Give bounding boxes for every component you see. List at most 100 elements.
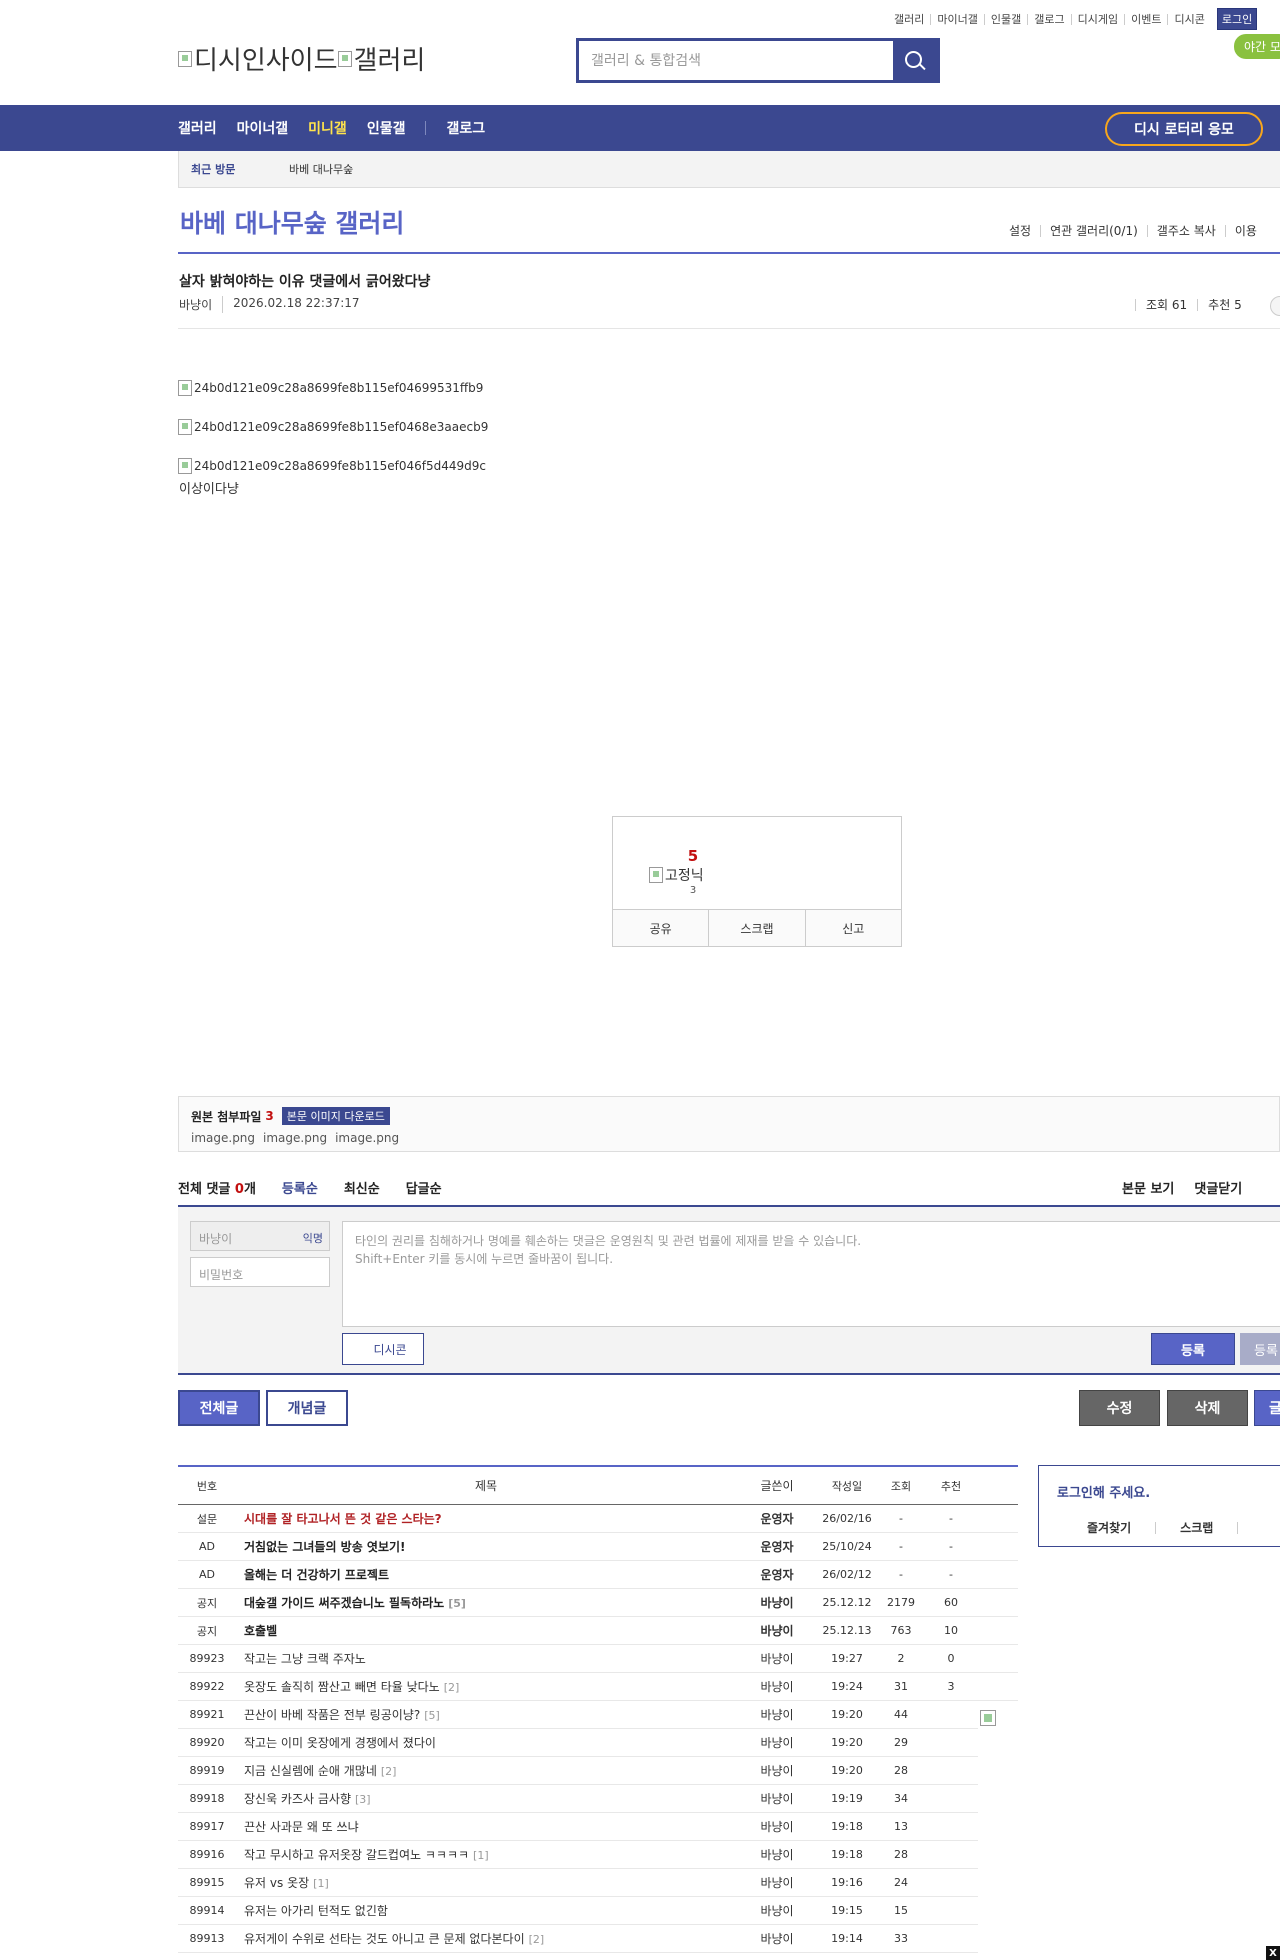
cell-writer[interactable]: 바냥이 xyxy=(736,1622,818,1639)
cell-title[interactable]: 거침없는 그녀들의 방송 엿보기! xyxy=(236,1538,736,1555)
post-link-title[interactable]: 유저는 아가리 턴적도 없긴함 xyxy=(244,1904,388,1918)
dccon-button[interactable]: 디시콘 xyxy=(342,1333,424,1365)
post-link-title[interactable]: 장신욱 카즈사 금사향 xyxy=(244,1792,351,1806)
post-link-title[interactable]: 작고는 이미 옷장에게 경쟁에서 졌다이 xyxy=(244,1736,436,1750)
comment-textarea[interactable]: 타인의 권리를 침해하거나 명예를 훼손하는 댓글은 운영원칙 및 관련 법률에… xyxy=(342,1221,1280,1327)
util-menu-item[interactable]: 디시콘 xyxy=(1167,13,1210,25)
notice-row[interactable]: AD 올해는 더 건강하기 프로젝트 운영자 26/02/12 - - xyxy=(178,1561,1018,1589)
close-ad-button[interactable]: X xyxy=(1266,1946,1280,1960)
favorites-link[interactable]: 즐겨찾기 xyxy=(1039,1522,1157,1534)
share-button[interactable]: 공유 xyxy=(613,910,708,946)
cell-writer[interactable]: 바냥이 xyxy=(736,1650,818,1667)
cell-writer[interactable]: 바냥이 xyxy=(736,1734,818,1751)
notice-row[interactable]: 공지 대숲갤 가이드 써주겠습니노 필독하라노 [5] 바냥이 25.12.12 2179… xyxy=(178,1589,1018,1617)
cell-writer[interactable]: 운영자 xyxy=(736,1510,818,1527)
cell-title[interactable]: 유저는 아가리 턴적도 없긴함 xyxy=(236,1902,736,1919)
table-row[interactable]: 89913 유저게이 수위로 선타는 것도 아니고 큰 문제 없다본다이 [2] 바냥… xyxy=(178,1925,978,1953)
cell-title[interactable]: 작고 무시하고 유저옷장 갈드컵여노 ㅋㅋㅋㅋ [1] xyxy=(236,1846,736,1863)
post-link-title[interactable]: 끈산 사과문 왜 또 쓰냐 xyxy=(244,1820,359,1834)
all-posts-button[interactable]: 전체글 xyxy=(178,1390,260,1426)
cell-writer[interactable]: 운영자 xyxy=(736,1538,818,1555)
table-row[interactable]: 89918 장신욱 카즈사 금사향 [3] 바냥이 19:19 34 xyxy=(178,1785,978,1813)
cell-title[interactable]: 유저 vs 옷장 [1] xyxy=(236,1874,736,1891)
table-row[interactable]: 89915 유저 vs 옷장 [1] 바냥이 19:16 24 xyxy=(178,1869,978,1897)
comment-submit-recommend-button[interactable]: 등록 xyxy=(1240,1333,1280,1365)
cell-writer[interactable]: 바냥이 xyxy=(736,1846,818,1863)
table-row[interactable]: 89914 유저는 아가리 턴적도 없긴함 바냥이 19:15 15 xyxy=(178,1897,978,1925)
post-link-title[interactable]: 호출벨 xyxy=(244,1624,277,1638)
post-link-title[interactable]: 끈산이 바베 작품은 전부 링공이냥? xyxy=(244,1708,420,1722)
cell-writer[interactable]: 바냥이 xyxy=(736,1790,818,1807)
attachment-file[interactable]: image.png xyxy=(191,1131,255,1145)
scrap-link[interactable]: 스크랩 xyxy=(1156,1522,1239,1534)
cell-writer[interactable]: 운영자 xyxy=(736,1566,818,1583)
cell-writer[interactable]: 바냥이 xyxy=(736,1902,818,1919)
search-input[interactable] xyxy=(579,41,893,80)
gnb-item[interactable]: 갤로그 xyxy=(446,118,485,138)
close-comments-button[interactable]: 댓글닫기 xyxy=(1194,1178,1242,1197)
cell-writer[interactable]: 바냥이 xyxy=(736,1762,818,1779)
delete-button[interactable]: 삭제 xyxy=(1167,1390,1248,1426)
post-link-title[interactable]: 올해는 더 건강하기 프로젝트 xyxy=(244,1568,389,1582)
post-link-title[interactable]: 유저 vs 옷장 xyxy=(244,1876,309,1890)
recent-gallery-link[interactable]: 바베 대나무숲 xyxy=(289,161,353,177)
util-menu-item[interactable]: 갤로그 xyxy=(1027,13,1070,25)
sort-reply[interactable]: 답글순 xyxy=(406,1178,442,1197)
table-row[interactable]: 89922 옷장도 솔직히 짬산고 빼면 타율 낮다노 [2] 바냥이 19:24 31 3 xyxy=(178,1673,1018,1701)
cell-writer[interactable]: 바냥이 xyxy=(736,1678,818,1695)
view-body-button[interactable]: 본문 보기 xyxy=(1122,1178,1174,1197)
comment-submit-button[interactable]: 등록 xyxy=(1151,1333,1235,1365)
fixed-nick-recommend[interactable]: 고정닉 xyxy=(649,865,704,885)
table-row[interactable]: 89919 지금 신실렘에 순애 개많네 [2] 바냥이 19:20 28 xyxy=(178,1757,978,1785)
attachment-file[interactable]: image.png xyxy=(263,1131,327,1145)
sort-registered[interactable]: 등록순 xyxy=(282,1178,318,1197)
gnb-item[interactable]: 미니갤 xyxy=(308,118,347,138)
attachment-file[interactable]: image.png xyxy=(335,1131,399,1145)
cell-writer[interactable]: 바냥이 xyxy=(736,1706,818,1723)
post-link-title[interactable]: 시대를 잘 타고나서 뜬 것 같은 스타는? xyxy=(244,1512,442,1526)
post-writer[interactable]: 바냥이 xyxy=(179,296,222,313)
password-field[interactable]: 비밀번호 xyxy=(190,1257,330,1287)
table-row[interactable]: 89923 작고는 그냥 크랙 주자노 바냥이 19:27 2 0 xyxy=(178,1645,1018,1673)
cell-writer[interactable]: 바냥이 xyxy=(736,1594,818,1611)
cell-title[interactable]: 장신욱 카즈사 금사향 [3] xyxy=(236,1790,736,1807)
gallery-tool-link[interactable]: 연관 갤러리(0/1) xyxy=(1040,225,1147,237)
table-row[interactable]: 89920 작고는 이미 옷장에게 경쟁에서 졌다이 바냥이 19:20 29 xyxy=(178,1729,978,1757)
cell-title[interactable]: 작고는 그냥 크랙 주자노 xyxy=(236,1650,736,1667)
gallery-tool-link[interactable]: 설정 xyxy=(1000,225,1040,237)
util-menu-item[interactable]: 디시게임 xyxy=(1070,13,1124,25)
lottery-button[interactable]: 디시 로터리 응모 xyxy=(1105,112,1263,146)
cell-title[interactable]: 올해는 더 건강하기 프로젝트 xyxy=(236,1566,736,1583)
gnb-item[interactable]: 갤러리 xyxy=(178,118,217,138)
search-button[interactable] xyxy=(893,41,937,80)
notice-row[interactable]: AD 거침없는 그녀들의 방송 엿보기! 운영자 25/10/24 - - xyxy=(178,1533,1018,1561)
post-link-title[interactable]: 작고 무시하고 유저옷장 갈드컵여노 ㅋㅋㅋㅋ xyxy=(244,1848,469,1862)
notification-link[interactable]: 알림 xyxy=(1238,1522,1280,1534)
util-menu-item[interactable]: 인물갤 xyxy=(983,13,1027,25)
cell-title[interactable]: 지금 신실렘에 순애 개많네 [2] xyxy=(236,1762,736,1779)
more-button[interactable] xyxy=(1270,296,1280,316)
table-row[interactable]: 89917 끈산 사과문 왜 또 쓰냐 바냥이 19:18 13 xyxy=(178,1813,978,1841)
util-menu-item[interactable]: 마이너갤 xyxy=(930,13,983,25)
gallery-tool-link[interactable]: 갤주소 복사 xyxy=(1146,225,1225,237)
cell-title[interactable]: 시대를 잘 타고나서 뜬 것 같은 스타는? xyxy=(236,1510,736,1527)
post-link-title[interactable]: 거침없는 그녀들의 방송 엿보기! xyxy=(244,1540,406,1554)
cell-title[interactable]: 끈산이 바베 작품은 전부 링공이냥? [5] xyxy=(236,1706,736,1723)
notice-row[interactable]: 공지 호출벨 바냥이 25.12.13 763 10 xyxy=(178,1617,1018,1645)
concept-posts-button[interactable]: 개념글 xyxy=(266,1390,348,1426)
report-button[interactable]: 신고 xyxy=(804,910,901,946)
cell-title[interactable]: 옷장도 솔직히 짬산고 빼면 타율 낮다노 [2] xyxy=(236,1678,736,1695)
sort-latest[interactable]: 최신순 xyxy=(344,1178,380,1197)
post-link-title[interactable]: 작고는 그냥 크랙 주자노 xyxy=(244,1652,366,1666)
table-row[interactable]: 89921 끈산이 바베 작품은 전부 링공이냥? [5] 바냥이 19:20 44 xyxy=(178,1701,978,1729)
post-link-title[interactable]: 유저게이 수위로 선타는 것도 아니고 큰 문제 없다본다이 xyxy=(244,1932,525,1946)
post-link-title[interactable]: 지금 신실렘에 순애 개많네 xyxy=(244,1764,377,1778)
util-menu-item[interactable]: 이벤트 xyxy=(1124,13,1167,25)
cell-title[interactable]: 대숲갤 가이드 써주겠습니노 필독하라노 [5] xyxy=(236,1594,736,1611)
table-row[interactable]: 89916 작고 무시하고 유저옷장 갈드컵여노 ㅋㅋㅋㅋ [1] 바냥이 19:18 2… xyxy=(178,1841,978,1869)
scrap-button[interactable]: 스크랩 xyxy=(708,910,804,946)
cell-title[interactable]: 유저게이 수위로 선타는 것도 아니고 큰 문제 없다본다이 [2] xyxy=(236,1930,736,1947)
gnb-item[interactable]: 마이너갤 xyxy=(237,118,289,138)
util-menu-item[interactable]: 갤러리 xyxy=(888,14,930,25)
gallery-title[interactable]: 바베 대나무숲 갤러리 xyxy=(180,204,404,240)
